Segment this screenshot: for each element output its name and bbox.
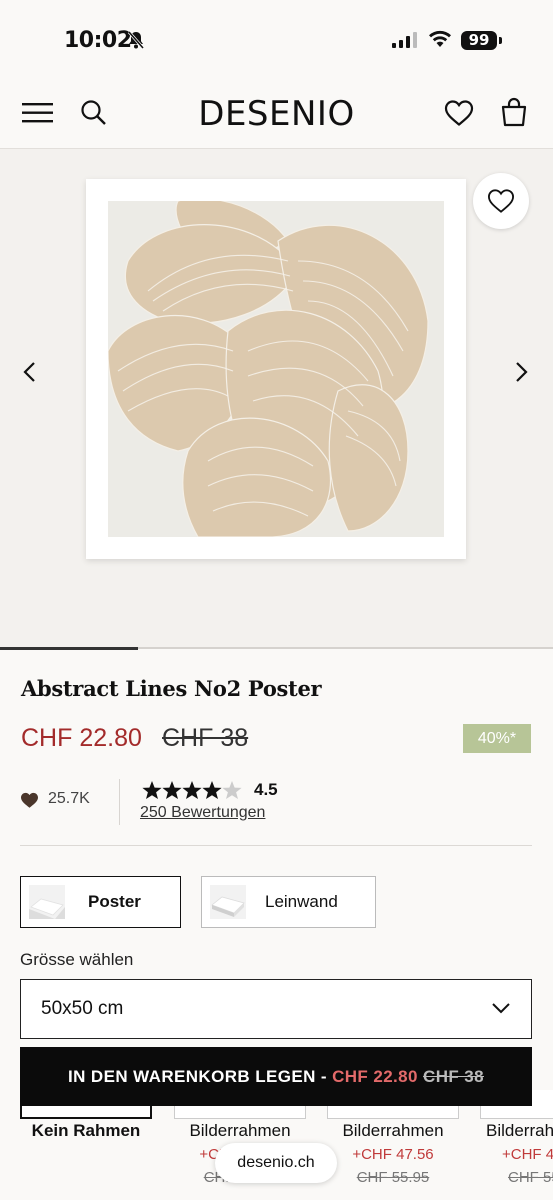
size-select-label: Grösse wählen: [20, 950, 134, 969]
option-poster[interactable]: Poster: [20, 876, 181, 928]
add-to-cart-price: CHF 22.80: [332, 1067, 418, 1086]
add-to-cart-button[interactable]: IN DEN WARENKORB LEGEN - CHF 22.80 CHF 3…: [20, 1047, 532, 1106]
mute-bell-icon: [127, 31, 145, 49]
filled-heart-icon: [21, 792, 38, 808]
poster-thumbnail-icon: [29, 885, 65, 919]
frame-option[interactable]: Bilderrahmen +CHF 47.56 CHF 55.95: [480, 1090, 553, 1200]
original-price: CHF 38: [162, 724, 249, 752]
option-canvas[interactable]: Leinwand: [201, 876, 376, 928]
battery-tip: [499, 37, 502, 44]
likes-value: 25.7K: [48, 790, 90, 807]
chevron-down-icon: [492, 1003, 510, 1014]
frame-option[interactable]: Bilderrahmen +CHF 47.56 CHF 55.95: [327, 1090, 459, 1200]
size-select-value: 50x50 cm: [41, 998, 124, 1019]
top-navigation: DESENIO: [0, 80, 553, 149]
abstract-lines-artwork: [108, 201, 429, 537]
add-to-cart-old-price: CHF 38: [423, 1067, 484, 1086]
option-poster-label: Poster: [88, 892, 141, 911]
frame-price: +CHF 47.56: [502, 1146, 553, 1163]
battery-level: 99: [461, 31, 497, 50]
add-to-cart-label: IN DEN WARENKORB LEGEN -: [68, 1067, 327, 1086]
section-divider: [20, 845, 532, 846]
size-select[interactable]: 50x50 cm: [20, 979, 532, 1039]
rating-divider: [119, 779, 120, 825]
frame-price: +CHF 47.56: [352, 1146, 434, 1163]
canvas-thumbnail-icon: [210, 885, 246, 919]
gallery-progress-track: [0, 647, 553, 650]
frame-name: Bilderrahmen: [189, 1121, 291, 1140]
status-bar: 10:02 99: [0, 0, 553, 80]
add-to-favorites-button[interactable]: [473, 173, 529, 229]
rating-value: 4.5: [254, 780, 278, 799]
star-rating-icon: [142, 781, 242, 799]
gallery-progress-fill: [0, 647, 139, 650]
next-image-chevron-icon[interactable]: [513, 361, 529, 383]
frame-name: Bilderrahmen: [486, 1121, 553, 1140]
frame-option-none[interactable]: Kein Rahmen: [20, 1090, 152, 1200]
reviews-link[interactable]: 250 Bewertungen: [140, 804, 265, 822]
shopping-bag-icon[interactable]: [500, 97, 528, 127]
wifi-icon: [429, 30, 451, 47]
product-title: Abstract Lines No2 Poster: [21, 676, 322, 701]
signal-icon: [392, 32, 417, 48]
option-canvas-label: Leinwand: [265, 892, 338, 911]
sale-price: CHF 22.80: [21, 724, 142, 752]
heart-outline-icon: [487, 189, 515, 213]
browser-url-bar[interactable]: desenio.ch: [215, 1143, 337, 1183]
product-image-gallery[interactable]: [0, 149, 553, 648]
status-time: 10:02: [64, 28, 132, 53]
poster-artwork: [108, 201, 444, 537]
previous-image-chevron-icon[interactable]: [22, 361, 38, 383]
frame-name: Bilderrahmen: [342, 1121, 444, 1140]
frame-old-price: CHF 55.95: [508, 1169, 553, 1186]
wishlist-heart-icon[interactable]: [444, 99, 474, 127]
frame-old-price: CHF 55.95: [356, 1169, 430, 1186]
discount-badge: 40%*: [463, 724, 531, 753]
frame-name: Kein Rahmen: [31, 1121, 141, 1140]
poster-frame: [86, 179, 466, 559]
